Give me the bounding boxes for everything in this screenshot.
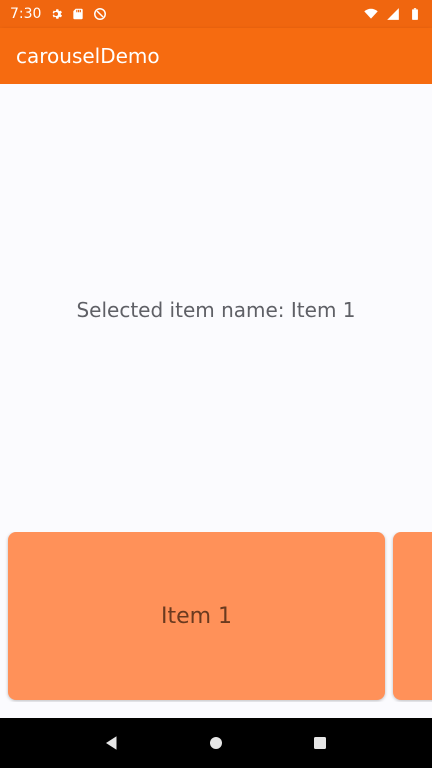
wifi-icon <box>364 7 378 21</box>
do-not-disturb-icon <box>93 7 107 21</box>
status-left: 7:30 <box>10 6 107 22</box>
status-right <box>364 7 422 21</box>
cellular-signal-icon <box>386 7 400 21</box>
selected-item-text: Selected item name: Item 1 <box>76 298 356 322</box>
recents-icon <box>314 737 326 749</box>
back-button[interactable] <box>101 732 123 754</box>
app-title: carouselDemo <box>16 44 160 68</box>
carousel-card-item-1[interactable]: Item 1 <box>8 532 385 700</box>
home-icon <box>210 737 222 749</box>
settings-icon <box>49 7 63 21</box>
battery-icon <box>408 7 422 21</box>
navigation-bar <box>0 718 432 768</box>
screen: 7:30 carouselDemo Selected item name: It… <box>0 0 432 768</box>
carousel-card-label: Item 1 <box>160 603 233 629</box>
recents-button[interactable] <box>309 732 331 754</box>
status-bar: 7:30 <box>0 0 432 28</box>
app-bar: carouselDemo <box>0 28 432 84</box>
home-button[interactable] <box>205 732 227 754</box>
carousel[interactable]: Item 1 <box>0 532 432 702</box>
status-time: 7:30 <box>10 6 42 22</box>
sd-card-icon <box>71 7 85 21</box>
back-icon <box>106 736 117 750</box>
content-area: Selected item name: Item 1 Item 1 <box>0 84 432 718</box>
carousel-card-item-2[interactable] <box>393 532 432 700</box>
